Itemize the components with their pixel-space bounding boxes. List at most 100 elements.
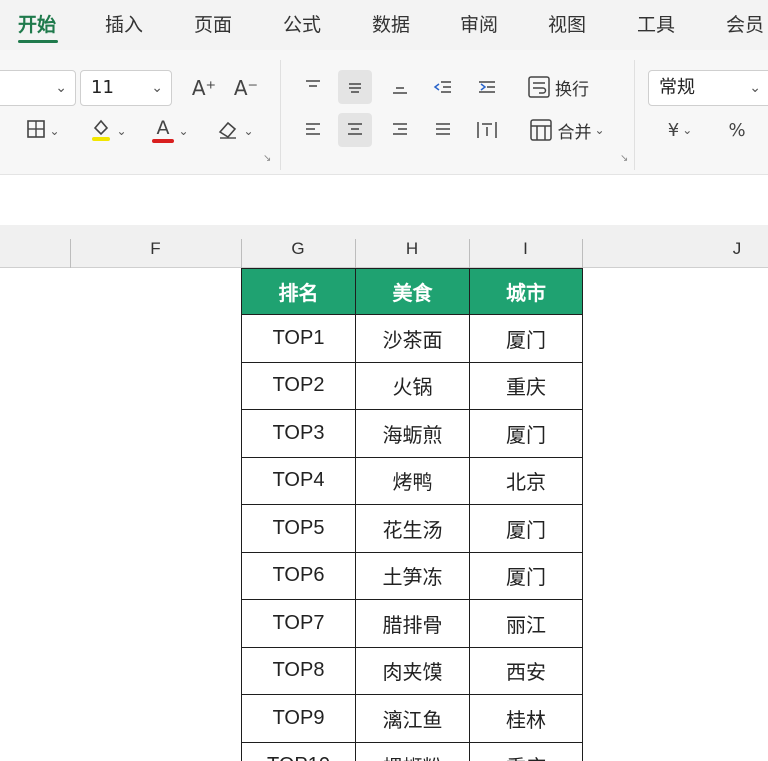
food-cell[interactable]: 漓江鱼	[355, 694, 470, 743]
tab-member[interactable]: 会员	[726, 10, 764, 37]
distributed-align-icon	[477, 122, 497, 138]
tab-formulas[interactable]: 公式	[283, 10, 321, 37]
decrease-indent-button[interactable]	[426, 70, 460, 104]
decrease-font-size-button[interactable]: A⁻	[228, 71, 264, 105]
increase-font-size-button[interactable]: A⁺	[186, 71, 222, 105]
borders-icon	[26, 119, 46, 144]
table-row: TOP10螺蛳粉重庆	[241, 741, 583, 761]
food-cell[interactable]: 腊排骨	[355, 599, 470, 648]
font-color-icon: A	[151, 117, 175, 145]
font-color-glyph: A	[156, 117, 170, 139]
column-header-j[interactable]: J	[582, 225, 768, 268]
rank-cell[interactable]: TOP8	[241, 646, 356, 695]
wrap-text-button[interactable]: 换行	[520, 70, 596, 104]
rank-cell[interactable]: TOP2	[241, 361, 356, 410]
align-left-button[interactable]	[296, 113, 330, 147]
table-row: TOP1 沙茶面 厦门	[241, 314, 583, 363]
merge-cells-button[interactable]: 合并 ⌄	[520, 113, 614, 147]
rank-cell[interactable]: TOP9	[241, 694, 356, 743]
font-color-button[interactable]: A ⌄	[146, 114, 194, 148]
tab-review[interactable]: 审阅	[460, 10, 498, 37]
align-middle-icon	[349, 83, 361, 93]
food-cell[interactable]: 土笋冻	[355, 551, 470, 600]
table-row: TOP6 土笋冻 厦门	[241, 551, 583, 600]
header-cell-city[interactable]: 城市	[469, 268, 583, 315]
align-top-icon	[306, 80, 320, 87]
rank-cell[interactable]: TOP5	[241, 504, 356, 553]
rank-cell[interactable]: TOP6	[241, 551, 356, 600]
rank-cell[interactable]: TOP7	[241, 599, 356, 648]
chevron-down-icon: ⌄	[682, 123, 693, 137]
rank-cell[interactable]: TOP3	[241, 409, 356, 458]
city-cell[interactable]: 厦门	[469, 314, 583, 363]
chevron-down-icon: ⌄	[749, 80, 761, 96]
city-cell[interactable]: 桂林	[469, 694, 583, 743]
tab-page[interactable]: 页面	[194, 10, 232, 37]
rank-cell[interactable]: TOP4	[241, 456, 356, 505]
column-header-h[interactable]: H	[355, 225, 469, 268]
merge-cells-icon	[530, 119, 553, 141]
ribbon-tab-bar: 开始 插入 页面 公式 数据 审阅 视图 工具 会员	[0, 0, 768, 50]
eraser-icon	[216, 118, 240, 145]
align-middle-button[interactable]	[338, 70, 372, 104]
city-cell[interactable]: 丽江	[469, 599, 583, 648]
header-cell-rank[interactable]: 排名	[241, 268, 356, 315]
align-center-button[interactable]	[338, 113, 372, 147]
food-cell[interactable]: 海蛎煎	[355, 409, 470, 458]
font-dialog-launcher-icon[interactable]: ↘	[263, 153, 271, 164]
tab-view[interactable]: 视图	[548, 10, 586, 37]
justify-icon	[436, 123, 450, 135]
table-row: TOP9 漓江鱼 桂林	[241, 694, 583, 743]
city-cell[interactable]: 厦门	[469, 504, 583, 553]
formula-bar[interactable]	[0, 176, 768, 224]
font-size-dropdown[interactable]: 11 ⌄	[80, 70, 172, 106]
increase-indent-button[interactable]	[470, 70, 504, 104]
tab-data[interactable]: 数据	[372, 10, 410, 37]
tab-tools[interactable]: 工具	[637, 10, 675, 37]
font-name-dropdown[interactable]: ⌄	[0, 70, 76, 106]
city-cell[interactable]: 厦门	[469, 409, 583, 458]
food-cell[interactable]: 螺蛳粉	[355, 741, 470, 761]
column-header-g[interactable]: G	[241, 225, 355, 268]
clear-format-button[interactable]: ⌄	[210, 114, 260, 148]
header-cell-food[interactable]: 美食	[355, 268, 470, 315]
paint-bucket-icon	[89, 116, 113, 147]
food-cell[interactable]: 烤鸭	[355, 456, 470, 505]
percent-format-button[interactable]: %	[720, 113, 754, 147]
align-bottom-button[interactable]	[383, 70, 417, 104]
city-cell[interactable]: 重庆	[469, 361, 583, 410]
column-divider	[241, 239, 242, 268]
food-cell[interactable]: 沙茶面	[355, 314, 470, 363]
distributed-align-button[interactable]	[470, 113, 504, 147]
city-cell[interactable]: 厦门	[469, 551, 583, 600]
tab-home[interactable]: 开始	[18, 10, 56, 37]
column-header-i[interactable]: I	[469, 225, 582, 268]
column-header-row: F G H I J	[0, 225, 768, 268]
city-cell[interactable]: 西安	[469, 646, 583, 695]
chevron-down-icon: ⌄	[55, 80, 67, 96]
align-right-button[interactable]	[383, 113, 417, 147]
city-cell[interactable]: 北京	[469, 456, 583, 505]
rank-cell[interactable]: TOP10	[241, 741, 356, 761]
alignment-dialog-launcher-icon[interactable]: ↘	[620, 153, 628, 164]
number-format-value: 常规	[659, 77, 695, 98]
food-cell[interactable]: 火锅	[355, 361, 470, 410]
table-header-row: 排名 美食 城市	[241, 268, 583, 315]
food-cell[interactable]: 花生汤	[355, 504, 470, 553]
currency-format-button[interactable]: ¥ ⌄	[654, 113, 706, 147]
borders-button[interactable]: ⌄	[18, 114, 68, 148]
column-divider	[355, 239, 356, 268]
tab-insert[interactable]: 插入	[105, 10, 143, 37]
column-header-f[interactable]: F	[70, 225, 241, 268]
fill-color-button[interactable]: ⌄	[82, 114, 134, 148]
table-row: TOP5 花生汤 厦门	[241, 504, 583, 553]
rank-cell[interactable]: TOP1	[241, 314, 356, 363]
column-divider	[70, 239, 71, 268]
align-top-button[interactable]	[296, 70, 330, 104]
merge-cells-label: 合并	[557, 122, 592, 143]
justify-button[interactable]	[426, 113, 460, 147]
city-cell[interactable]: 重庆	[469, 741, 583, 761]
align-right-icon	[393, 123, 407, 135]
food-cell[interactable]: 肉夹馍	[355, 646, 470, 695]
number-format-dropdown[interactable]: 常规 ⌄	[648, 70, 768, 106]
